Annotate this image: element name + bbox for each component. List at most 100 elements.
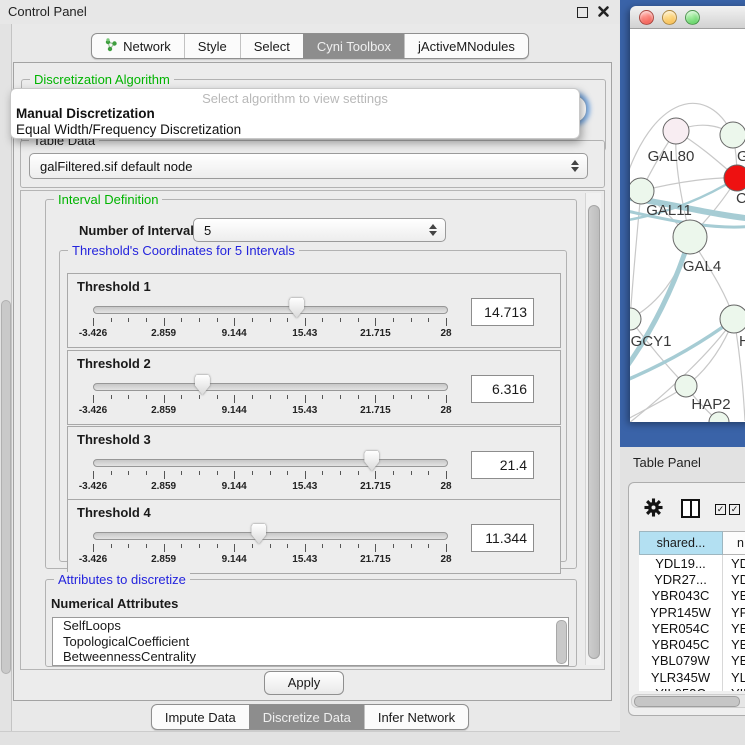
table-row[interactable]: YER054CYER0 [639, 620, 745, 636]
slider-thumb[interactable] [364, 451, 379, 471]
network-window-titlebar[interactable] [630, 6, 745, 29]
threshold-value-field[interactable]: 11.344 [471, 524, 534, 552]
split-view-icon[interactable] [681, 499, 700, 518]
slider-track[interactable] [93, 459, 448, 467]
minimize-traffic-light-icon[interactable] [662, 10, 677, 25]
table-header-row: shared... n [639, 531, 745, 555]
network-node-gal80[interactable] [663, 118, 689, 144]
slider-track[interactable] [93, 383, 448, 391]
network-node-label: GAL4 [683, 258, 721, 275]
stepper-arrows-icon[interactable] [429, 224, 437, 236]
checkbox-icon[interactable]: ✓ [729, 504, 740, 515]
network-node-label: H [739, 333, 745, 350]
table-row[interactable]: YDR27...YDR2 [639, 571, 745, 587]
table-cell[interactable]: YBL079W [639, 653, 723, 669]
top-tab-bar: NetworkStyleSelectCyni ToolboxjActiveMNo… [0, 33, 620, 59]
table-cell[interactable]: YDL1 [723, 555, 745, 571]
attribute-item-betweennesscentrality[interactable]: BetweennessCentrality [53, 649, 568, 665]
network-node-g[interactable] [720, 122, 745, 148]
table-row[interactable]: YBL079WYBL0 [639, 653, 745, 669]
control-panel-left-scrollbar-thumb[interactable] [1, 300, 11, 674]
table-cell[interactable]: YLR345W [639, 669, 723, 685]
threshold-panel: Threshold 3 -3.4262.8599.14415.4321.7152… [67, 426, 561, 501]
table-cell[interactable]: YBL0 [723, 653, 745, 669]
close-icon[interactable] [597, 5, 610, 18]
settings-scroll-panel: Interval Definition Number of Intervals … [20, 190, 605, 670]
table-cell[interactable]: YDR2 [723, 571, 745, 587]
tab-impute-data[interactable]: Impute Data [152, 705, 249, 729]
table-cell[interactable]: YIL0 [723, 685, 745, 691]
attribute-item-topologicalcoefficient[interactable]: TopologicalCoefficient [53, 634, 568, 650]
slider-thumb[interactable] [195, 375, 210, 395]
table-row[interactable]: YDL19...YDL1 [639, 555, 745, 571]
table-cell[interactable]: YBR043C [639, 588, 723, 604]
checkbox-icon[interactable]: ✓ [715, 504, 726, 515]
table-cell[interactable]: YPR1 [723, 604, 745, 620]
close-traffic-light-icon[interactable] [639, 10, 654, 25]
column-header-name[interactable]: n [723, 531, 745, 555]
table-cell[interactable]: YBR045C [639, 636, 723, 652]
table-cell[interactable]: YPR145W [639, 604, 723, 620]
tab-jactivemnodules[interactable]: jActiveMNodules [404, 34, 528, 58]
table-cell[interactable]: YBR0 [723, 588, 745, 604]
slider-thumb[interactable] [289, 298, 304, 318]
list-scrollbar[interactable] [556, 620, 567, 664]
number-of-intervals-combobox[interactable]: 5 [193, 218, 446, 242]
attribute-item-selfloops[interactable]: SelfLoops [53, 618, 568, 634]
tab-infer-network[interactable]: Infer Network [364, 705, 468, 729]
gear-icon[interactable] [644, 498, 663, 517]
tab-select[interactable]: Select [240, 34, 303, 58]
slider-track[interactable] [93, 306, 448, 314]
table-cell[interactable]: YDR27... [639, 571, 723, 587]
numerical-attributes-list[interactable]: SelfLoopsTopologicalCoefficientBetweenne… [52, 617, 569, 666]
numerical-attributes-label: Numerical Attributes [51, 596, 178, 611]
zoom-traffic-light-icon[interactable] [685, 10, 700, 25]
table-cell[interactable]: YBR0 [723, 636, 745, 652]
table-row[interactable]: YIL052CYIL0 [639, 685, 745, 691]
slider-thumb[interactable] [251, 524, 266, 544]
table-row[interactable]: YLR345WYLR3 [639, 669, 745, 685]
table-row[interactable]: YBR045CYBR0 [639, 636, 745, 652]
network-canvas[interactable]: GAL80GCGAL11GAL4GCY1HHAP2 [630, 29, 745, 422]
table-cell[interactable]: YER054C [639, 620, 723, 636]
threshold-value-field[interactable]: 21.4 [471, 451, 534, 479]
settings-scrollbar-track[interactable] [585, 193, 601, 665]
tab-cyni-toolbox[interactable]: Cyni Toolbox [303, 34, 404, 58]
table-cell[interactable]: YLR3 [723, 669, 745, 685]
table-cell[interactable]: YER0 [723, 620, 745, 636]
number-of-intervals-value: 5 [204, 223, 211, 238]
table-cell[interactable]: YIL052C [639, 685, 723, 691]
network-node-gal4[interactable] [673, 220, 707, 254]
table-row[interactable]: YPR145WYPR1 [639, 604, 745, 620]
table-cell[interactable]: YDL19... [639, 555, 723, 571]
network-node-gcy1[interactable] [630, 308, 641, 330]
thresholds-group: Threshold's Coordinates for 5 Intervals … [59, 250, 567, 562]
float-window-icon[interactable] [577, 7, 588, 18]
network-node-hap2[interactable] [675, 375, 697, 397]
tab-network[interactable]: Network [92, 34, 184, 58]
tab-label: Discretize Data [263, 710, 351, 725]
network-node-gal11[interactable] [630, 178, 654, 204]
apply-button[interactable]: Apply [264, 671, 344, 695]
algorithm-option-equal-width-frequency-discretization[interactable]: Equal Width/Frequency Discretization [11, 122, 579, 138]
network-node[interactable] [709, 412, 729, 422]
table-hscrollbar-thumb[interactable] [634, 696, 740, 707]
tab-discretize-data[interactable]: Discretize Data [249, 705, 364, 729]
threshold-value-field[interactable]: 14.713 [471, 298, 534, 326]
settings-scrollbar-thumb[interactable] [588, 205, 600, 659]
table-data-combobox[interactable]: galFiltered.sif default node [29, 153, 588, 179]
threshold-value-field[interactable]: 6.316 [471, 375, 534, 403]
slider-tick-labels: -3.4262.8599.14415.4321.71528 [93, 405, 447, 417]
slider-ticks [93, 395, 447, 404]
algorithm-option-manual-discretization[interactable]: Manual Discretization [11, 106, 579, 122]
table-hscrollbar-track[interactable] [631, 694, 745, 708]
column-header-shared[interactable]: shared... [639, 531, 723, 555]
slider-track[interactable] [93, 532, 448, 540]
tab-style[interactable]: Style [184, 34, 240, 58]
table-rows: YDL19...YDL1YDR27...YDR2YBR043CYBR0YPR14… [639, 555, 745, 691]
stepper-arrows-icon[interactable] [571, 160, 579, 172]
network-node-c[interactable] [724, 165, 745, 191]
network-view-window[interactable]: GAL80GCGAL11GAL4GCY1HHAP2 [630, 6, 745, 422]
network-node-h[interactable] [720, 305, 745, 333]
table-row[interactable]: YBR043CYBR0 [639, 588, 745, 604]
